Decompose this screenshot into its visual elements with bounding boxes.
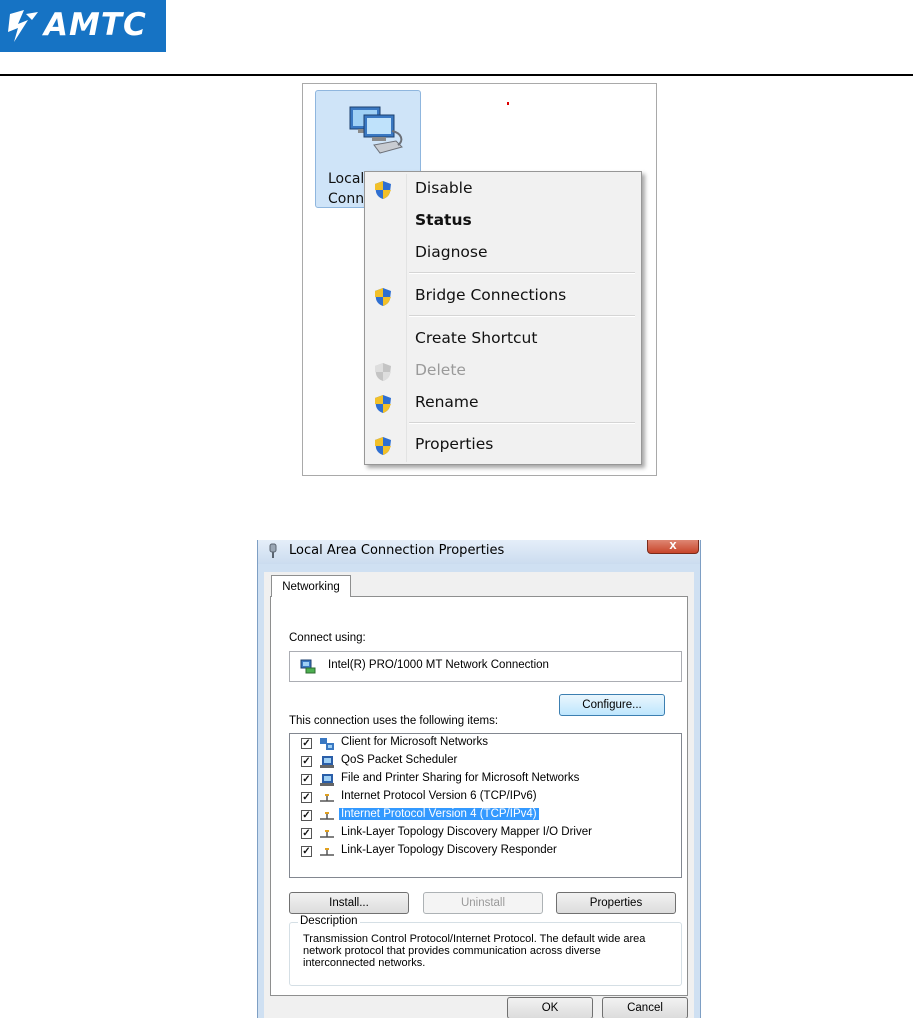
protocol-icon: [320, 794, 334, 802]
item-label: QoS Packet Scheduler: [341, 754, 458, 766]
menu-item-status[interactable]: Status: [365, 207, 641, 237]
menu-item-properties[interactable]: Properties: [365, 431, 641, 461]
uac-shield-icon: [375, 395, 391, 413]
connect-using-label: Connect using:: [289, 632, 366, 644]
menu-item-delete: Delete: [365, 357, 641, 387]
context-menu-screenshot: Local A Conn Disable Status Diagnose Bri…: [302, 83, 657, 476]
ok-button[interactable]: OK: [507, 997, 593, 1018]
items-label: This connection uses the following items…: [289, 715, 499, 727]
menu-item-label: Disable: [415, 179, 473, 197]
network-connection-icon: [349, 106, 403, 154]
dialog-titlebar[interactable]: Local Area Connection Properties x: [258, 540, 700, 564]
list-item[interactable]: ✓ Link-Layer Topology Discovery Responde…: [290, 843, 681, 861]
network-adapter-icon: [269, 543, 277, 558]
amtc-logo-icon: [8, 10, 38, 42]
menu-item-create-shortcut[interactable]: Create Shortcut: [365, 325, 641, 355]
item-label: Link-Layer Topology Discovery Mapper I/O…: [341, 826, 592, 838]
item-checkbox[interactable]: ✓: [301, 828, 312, 839]
description-group: Description Transmission Control Protoco…: [289, 915, 682, 986]
item-checkbox[interactable]: ✓: [301, 792, 312, 803]
item-checkbox[interactable]: ✓: [301, 738, 312, 749]
items-list: ✓ Client for Microsoft Networks ✓ QoS Pa…: [289, 733, 682, 878]
item-checkbox[interactable]: ✓: [301, 756, 312, 767]
properties-button[interactable]: Properties: [556, 892, 676, 914]
red-mark: [507, 102, 509, 105]
network-service-icon: [320, 774, 334, 786]
desktop-icon-label-line2: Conn: [328, 191, 365, 207]
brand-name: AMTC: [44, 7, 147, 43]
menu-separator: [409, 272, 635, 274]
item-label: File and Printer Sharing for Microsoft N…: [341, 772, 580, 784]
menu-separator: [409, 315, 635, 317]
list-item[interactable]: ✓ Client for Microsoft Networks: [290, 735, 681, 753]
menu-item-diagnose[interactable]: Diagnose: [365, 239, 641, 269]
item-checkbox[interactable]: ✓: [301, 846, 312, 857]
list-item[interactable]: ✓ Internet Protocol Version 4 (TCP/IPv4): [290, 807, 681, 825]
protocol-icon: [320, 830, 334, 838]
close-button[interactable]: x: [647, 540, 699, 554]
list-item[interactable]: ✓ QoS Packet Scheduler: [290, 753, 681, 771]
cancel-button[interactable]: Cancel: [602, 997, 688, 1018]
header-divider: [0, 74, 913, 76]
menu-item-rename[interactable]: Rename: [365, 389, 641, 419]
tab-networking[interactable]: Networking: [271, 575, 351, 597]
uninstall-button: Uninstall: [423, 892, 543, 914]
item-checkbox[interactable]: ✓: [301, 774, 312, 785]
networking-panel: Connect using: Intel(R) PRO/1000 MT Netw…: [270, 596, 688, 996]
description-text: Transmission Control Protocol/Internet P…: [303, 933, 646, 969]
item-label: Link-Layer Topology Discovery Responder: [341, 844, 557, 856]
menu-item-label: Bridge Connections: [415, 286, 567, 304]
uac-shield-icon: [375, 181, 391, 199]
list-item[interactable]: ✓ Link-Layer Topology Discovery Mapper I…: [290, 825, 681, 843]
brand-logo: AMTC: [0, 0, 166, 52]
uac-shield-icon: [375, 437, 391, 455]
item-label: Internet Protocol Version 4 (TCP/IPv4): [339, 808, 539, 820]
network-client-icon: [320, 738, 334, 750]
protocol-icon: [320, 812, 334, 820]
menu-item-label: Delete: [415, 361, 466, 379]
adapter-field: Intel(R) PRO/1000 MT Network Connection: [289, 651, 682, 682]
menu-item-label: Diagnose: [415, 243, 488, 261]
context-menu: Disable Status Diagnose Bridge Connectio…: [364, 171, 642, 465]
dialog-body: Networking Connect using: Intel(R) PRO/1…: [264, 572, 694, 1018]
list-item[interactable]: ✓ Internet Protocol Version 6 (TCP/IPv6): [290, 789, 681, 807]
menu-item-disable[interactable]: Disable: [365, 175, 641, 205]
list-item[interactable]: ✓ File and Printer Sharing for Microsoft…: [290, 771, 681, 789]
uac-shield-icon: [375, 363, 391, 381]
install-button[interactable]: Install...: [289, 892, 409, 914]
dialog-title: Local Area Connection Properties: [289, 543, 505, 558]
item-label: Client for Microsoft Networks: [341, 736, 488, 748]
network-service-icon: [320, 756, 334, 768]
adapter-name: Intel(R) PRO/1000 MT Network Connection: [328, 659, 549, 671]
protocol-icon: [320, 848, 334, 856]
uac-shield-icon: [375, 288, 391, 306]
configure-button[interactable]: Configure...: [559, 694, 665, 716]
menu-item-label: Properties: [415, 435, 494, 453]
description-legend: Description: [298, 915, 360, 927]
menu-separator: [409, 422, 635, 424]
menu-item-label: Rename: [415, 393, 479, 411]
item-label: Internet Protocol Version 6 (TCP/IPv6): [341, 790, 537, 802]
properties-dialog: Local Area Connection Properties x Netwo…: [257, 540, 701, 1018]
menu-item-label: Create Shortcut: [415, 329, 538, 347]
menu-item-label: Status: [415, 211, 472, 229]
network-adapter-icon: [300, 659, 316, 674]
menu-item-bridge-connections[interactable]: Bridge Connections: [365, 282, 641, 312]
item-checkbox[interactable]: ✓: [301, 810, 312, 821]
